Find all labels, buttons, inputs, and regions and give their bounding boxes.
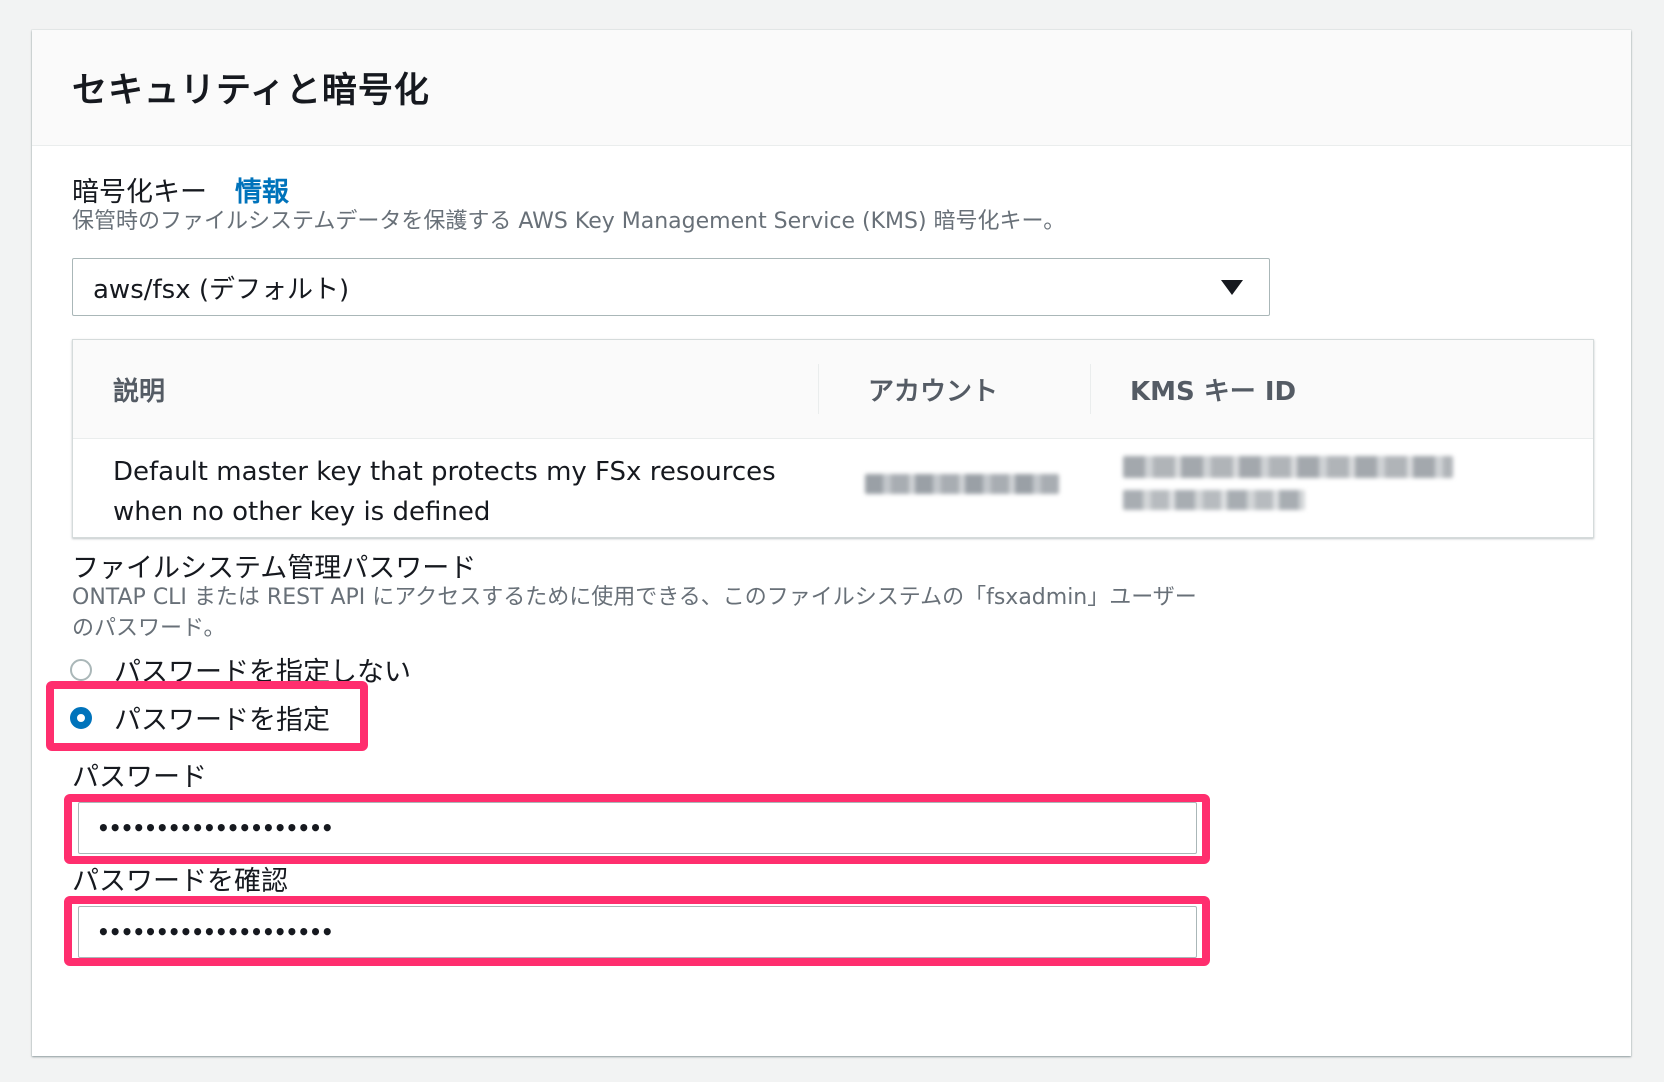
panel-header: セキュリティと暗号化 bbox=[32, 30, 1631, 146]
caret-down-icon bbox=[1221, 280, 1243, 295]
panel-title: セキュリティと暗号化 bbox=[72, 71, 430, 111]
encryption-key-label-row: 暗号化キー 情報 bbox=[72, 170, 289, 209]
description-line: のパスワード。 bbox=[72, 616, 226, 641]
confirm-password-label: パスワードを確認 bbox=[72, 866, 288, 897]
encryption-key-selected-value: aws/fsx (デフォルト) bbox=[93, 274, 350, 305]
encryption-key-description: 保管時のファイルシステムデータを保護する AWS Key Management … bbox=[72, 209, 1066, 234]
encryption-key-label: 暗号化キー bbox=[72, 177, 207, 208]
column-header-description: 説明 bbox=[113, 377, 166, 407]
radio-button-selected[interactable] bbox=[70, 706, 92, 729]
redacted-kms-key-id bbox=[1123, 490, 1305, 510]
redacted-account-id bbox=[865, 474, 1059, 494]
radio-specify-password[interactable]: パスワードを指定 bbox=[70, 698, 330, 737]
password-label: パスワード bbox=[72, 762, 207, 793]
column-header-kms-key-id: KMS キー ID bbox=[1130, 377, 1297, 407]
column-divider bbox=[1090, 364, 1091, 414]
radio-button[interactable] bbox=[70, 658, 92, 681]
annotation-highlight-box bbox=[64, 794, 1210, 864]
admin-password-label: ファイルシステム管理パスワード bbox=[72, 553, 477, 584]
kms-key-details-table: 説明 アカウント KMS キー ID Default master key th… bbox=[72, 339, 1594, 538]
encryption-key-select[interactable]: aws/fsx (デフォルト) bbox=[72, 258, 1270, 316]
security-encryption-panel: セキュリティと暗号化 暗号化キー 情報 保管時のファイルシステムデータを保護する… bbox=[32, 30, 1631, 1056]
radio-label: パスワードを指定 bbox=[114, 705, 330, 736]
description-line: ONTAP CLI または REST API にアクセスするために使用できる、こ… bbox=[72, 585, 1197, 610]
redacted-kms-key-id bbox=[1123, 456, 1453, 478]
admin-password-description: ONTAP CLI または REST API にアクセスするために使用できる、こ… bbox=[72, 582, 1272, 644]
column-header-account: アカウント bbox=[868, 377, 999, 407]
description-line: Default master key that protects my FSx … bbox=[113, 457, 776, 487]
table-header: 説明 アカウント KMS キー ID bbox=[73, 340, 1593, 439]
annotation-highlight-box bbox=[64, 896, 1210, 966]
info-link[interactable]: 情報 bbox=[235, 170, 289, 209]
table-cell-description: Default master key that protects my FSx … bbox=[113, 452, 813, 532]
description-line: when no other key is defined bbox=[113, 497, 491, 527]
column-divider bbox=[818, 364, 819, 414]
